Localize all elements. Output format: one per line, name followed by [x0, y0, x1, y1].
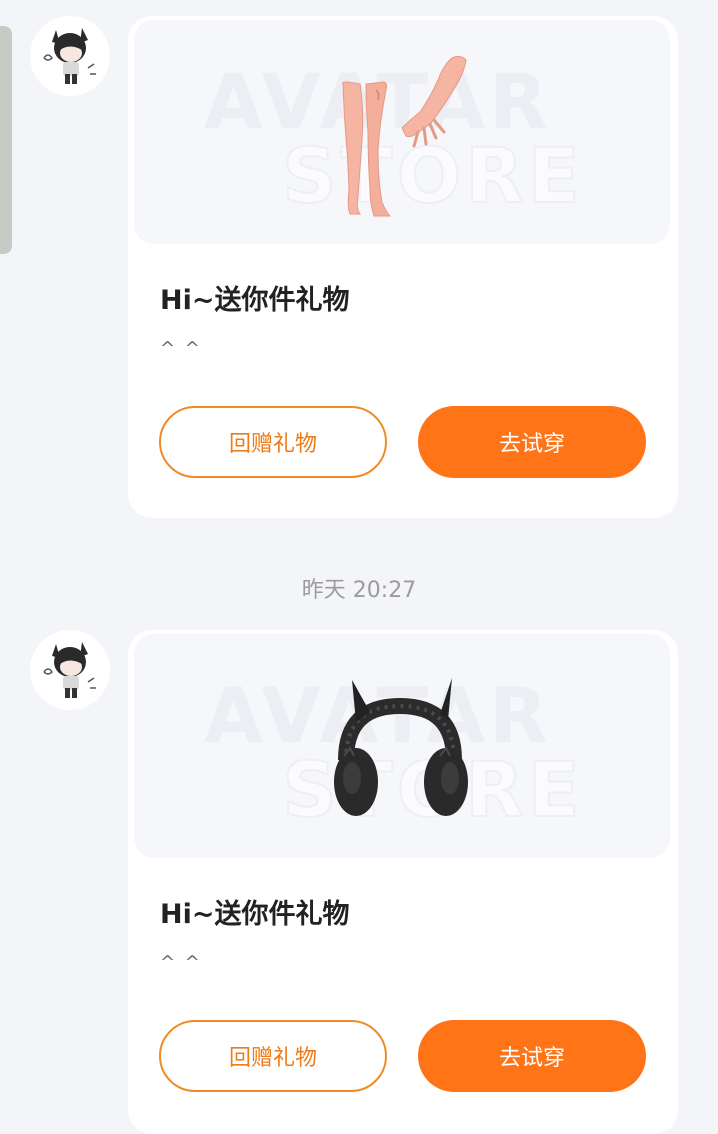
gift-title: Hi~送你件礼物 [160, 285, 350, 316]
sender-avatar[interactable] [30, 630, 110, 710]
sender-avatar[interactable] [30, 16, 110, 96]
chat-page: AVATAR STORE Hi~送你件礼物 ^ ^ 回赠礼物 去试穿 昨天 2 [0, 0, 718, 1134]
legs-hand-item-icon [342, 55, 467, 217]
scroll-indicator[interactable] [0, 26, 12, 254]
cat-boy-avatar-icon [30, 16, 110, 96]
horned-headphones-item-icon [334, 678, 468, 816]
gift-subtitle: ^ ^ [160, 952, 202, 973]
gift-subtitle: ^ ^ [160, 338, 202, 359]
gift-card[interactable]: AVATAR STORE Hi~送你件礼物 ^ ^ 回赠礼物 去试穿 [128, 16, 678, 518]
try-on-button[interactable]: 去试穿 [418, 406, 646, 478]
gift-preview[interactable]: AVATAR STORE [134, 634, 670, 858]
message-timestamp: 昨天 20:27 [301, 578, 417, 603]
gift-title: Hi~送你件礼物 [160, 899, 350, 930]
return-gift-button[interactable]: 回赠礼物 [159, 1020, 387, 1092]
gift-preview[interactable]: AVATAR STORE [134, 20, 670, 244]
try-on-button[interactable]: 去试穿 [418, 1020, 646, 1092]
return-gift-button[interactable]: 回赠礼物 [159, 406, 387, 478]
gift-card[interactable]: AVATAR STORE Hi~送你件礼物 [128, 630, 678, 1134]
cat-boy-avatar-icon [30, 630, 110, 710]
